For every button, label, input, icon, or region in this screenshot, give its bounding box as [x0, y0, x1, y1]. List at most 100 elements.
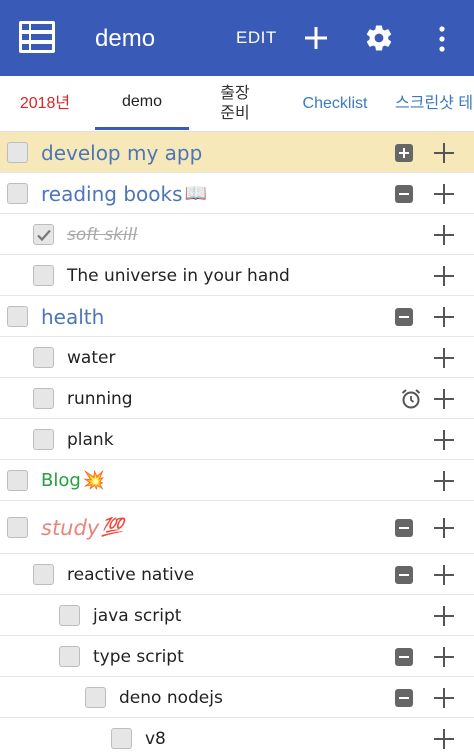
checkbox[interactable] — [33, 388, 54, 409]
item-label: reading books 📖 — [41, 173, 207, 214]
item-text: deno nodejs — [119, 687, 223, 708]
checkbox[interactable] — [7, 306, 28, 327]
app-title: demo — [95, 25, 156, 52]
item-label: health — [41, 296, 104, 337]
add-icon[interactable] — [433, 605, 455, 627]
list-item[interactable]: soft skill — [0, 214, 474, 255]
add-icon[interactable] — [433, 347, 455, 369]
list-item[interactable]: deno nodejs — [0, 677, 474, 718]
add-icon[interactable] — [433, 470, 455, 492]
list-item[interactable]: type script — [0, 636, 474, 677]
checkbox[interactable] — [7, 183, 28, 204]
add-icon[interactable] — [433, 388, 455, 410]
item-text: java script — [93, 605, 182, 626]
add-icon[interactable] — [433, 564, 455, 586]
checkbox[interactable] — [59, 646, 80, 667]
emoji-icon: 💯 — [101, 517, 124, 538]
item-text: water — [67, 347, 116, 368]
checkbox[interactable] — [111, 728, 132, 749]
list-item[interactable]: develop my app — [0, 132, 474, 173]
alarm-icon[interactable] — [399, 387, 423, 411]
add-icon[interactable] — [433, 517, 455, 539]
list-item[interactable]: The universe in your hand — [0, 255, 474, 296]
checkbox[interactable] — [33, 564, 54, 585]
expand-icon[interactable] — [395, 143, 413, 162]
item-text: type script — [93, 646, 184, 667]
item-text: reactive native — [67, 564, 195, 585]
add-icon[interactable] — [433, 142, 455, 164]
list-item[interactable]: Blog 💥 — [0, 460, 474, 501]
list-item[interactable]: reactive native — [0, 554, 474, 595]
list-item[interactable]: study 💯 — [0, 501, 474, 554]
collapse-icon[interactable] — [395, 184, 413, 203]
checkbox[interactable] — [85, 687, 106, 708]
checkbox[interactable] — [33, 429, 54, 450]
collapse-icon[interactable] — [395, 518, 413, 537]
emoji-icon: 📖 — [184, 183, 207, 204]
tab-bar: 2018년 demo 출장 준비 Checklist 스크린샷 테 — [0, 76, 474, 132]
item-label: java script — [93, 595, 181, 636]
list-item[interactable]: v8 — [0, 718, 474, 756]
add-icon[interactable] — [433, 306, 455, 328]
plus-icon[interactable] — [304, 26, 328, 50]
add-icon[interactable] — [433, 646, 455, 668]
tab-checklist[interactable]: Checklist — [290, 76, 380, 132]
item-label: develop my app — [41, 132, 202, 173]
list-item[interactable]: reading books 📖 — [0, 173, 474, 214]
menu-icon[interactable] — [19, 21, 55, 53]
list-item[interactable]: java script — [0, 595, 474, 636]
gear-icon[interactable] — [364, 23, 394, 53]
emoji-icon: 💥 — [82, 470, 106, 491]
item-text: reading books — [41, 181, 183, 206]
item-label: water — [67, 337, 115, 378]
item-text: Blog — [41, 470, 81, 491]
edit-button[interactable]: EDIT — [236, 28, 277, 48]
app-bar: demo EDIT — [0, 0, 474, 76]
checkbox[interactable] — [33, 265, 54, 286]
list-item[interactable]: running — [0, 378, 474, 419]
add-icon[interactable] — [433, 224, 455, 246]
add-icon[interactable] — [433, 728, 455, 750]
checkbox[interactable] — [7, 517, 28, 538]
checkbox[interactable] — [33, 224, 54, 245]
tab-screenshot[interactable]: 스크린샷 테 — [395, 76, 474, 132]
item-text: plank — [67, 429, 114, 450]
item-label: The universe in your hand — [67, 255, 290, 296]
list-item[interactable]: health — [0, 296, 474, 337]
add-icon[interactable] — [433, 687, 455, 709]
collapse-icon[interactable] — [395, 688, 413, 707]
item-label: type script — [93, 636, 184, 677]
tab-demo[interactable]: demo — [95, 76, 189, 130]
list-item[interactable]: water — [0, 337, 474, 378]
collapse-icon[interactable] — [395, 565, 413, 584]
add-icon[interactable] — [433, 429, 455, 451]
collapse-icon[interactable] — [395, 307, 413, 326]
more-vert-icon[interactable] — [433, 24, 451, 54]
collapse-icon[interactable] — [395, 647, 413, 666]
checkbox[interactable] — [7, 142, 28, 163]
item-label: soft skill — [67, 214, 137, 255]
item-label: v8 — [145, 718, 166, 756]
add-icon[interactable] — [433, 183, 455, 205]
item-label: running — [67, 378, 133, 419]
checkbox[interactable] — [7, 470, 28, 491]
list-item[interactable]: plank — [0, 419, 474, 460]
item-text: develop my app — [41, 140, 203, 165]
checklist: develop my app reading books 📖 soft skill Th… — [0, 132, 474, 756]
tab-2018[interactable]: 2018년 — [10, 76, 80, 132]
item-text: v8 — [145, 728, 166, 749]
item-label: deno nodejs — [119, 677, 223, 718]
item-text: running — [67, 388, 133, 409]
checkbox[interactable] — [33, 347, 54, 368]
item-label: plank — [67, 419, 114, 460]
item-text: The universe in your hand — [67, 265, 290, 286]
tab-trip-prep[interactable]: 출장 준비 — [205, 76, 265, 132]
add-icon[interactable] — [433, 265, 455, 287]
item-label: study 💯 — [41, 501, 124, 554]
checkbox[interactable] — [59, 605, 80, 626]
item-text: study — [41, 515, 100, 540]
item-label: Blog 💥 — [41, 460, 105, 501]
item-text: health — [41, 304, 105, 329]
item-label: reactive native — [67, 554, 194, 595]
item-text: soft skill — [67, 224, 138, 245]
